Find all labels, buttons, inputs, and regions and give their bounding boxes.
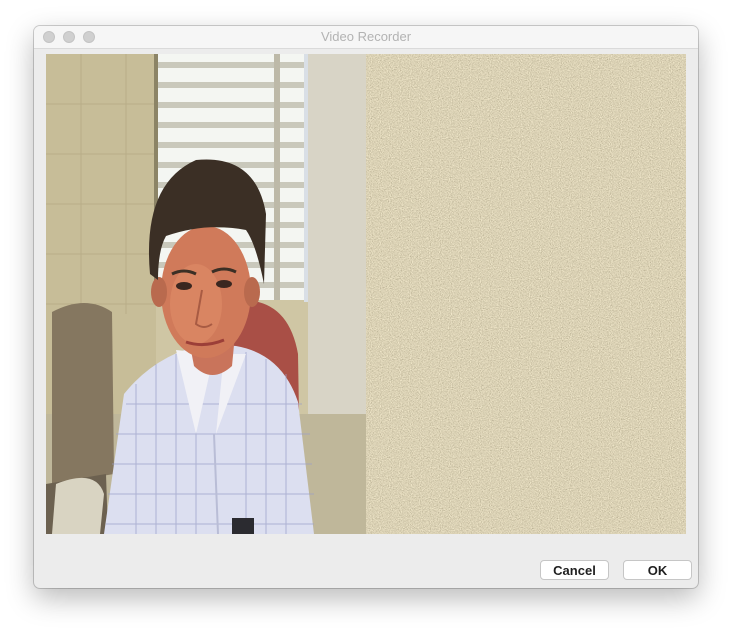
- ok-button[interactable]: OK: [623, 560, 692, 580]
- camera-feed: [46, 54, 366, 534]
- cancel-button[interactable]: Cancel: [540, 560, 609, 580]
- title-bar[interactable]: Video Recorder: [34, 26, 698, 49]
- noise-pattern: [366, 54, 686, 534]
- video-preview: [46, 54, 686, 534]
- video-recorder-window: Video Recorder Cancel OK: [34, 26, 698, 588]
- window-title: Video Recorder: [320, 29, 412, 44]
